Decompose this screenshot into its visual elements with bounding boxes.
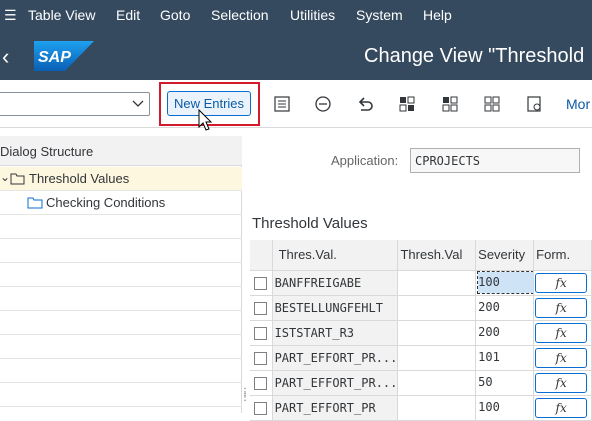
- page-title: Change View "Threshold: [364, 45, 585, 67]
- delete-icon[interactable]: [313, 94, 333, 114]
- thresh-val-cell[interactable]: [397, 270, 477, 296]
- table-row: BANFFREIGABE 100 fx: [250, 270, 592, 296]
- table-row: BESTELLUNGFEHLT 200 fx: [250, 295, 592, 321]
- svg-text:SAP: SAP: [38, 49, 71, 66]
- thresh-val-cell[interactable]: [397, 395, 477, 421]
- more-menu[interactable]: Mor: [566, 96, 590, 112]
- menu-selection[interactable]: Selection: [211, 7, 269, 23]
- formula-button[interactable]: fx: [535, 297, 588, 318]
- formula-button[interactable]: fx: [535, 272, 588, 293]
- severity-input[interactable]: 101: [478, 347, 532, 368]
- back-icon[interactable]: ‹: [2, 44, 9, 70]
- thresh-val-cell[interactable]: [397, 370, 477, 396]
- formula-button[interactable]: fx: [535, 322, 588, 343]
- tree-item-label: Threshold Values: [29, 171, 130, 186]
- row-checkbox[interactable]: [254, 377, 268, 391]
- tree-item-threshold-values[interactable]: ⌄ Threshold Values: [0, 167, 242, 191]
- menu-help[interactable]: Help: [423, 7, 452, 23]
- chevron-down-icon[interactable]: [131, 96, 145, 110]
- threshold-name-cell: PART_EFFORT_PR...: [272, 345, 399, 371]
- pane-splitter[interactable]: ⋮ ⋮: [240, 388, 250, 403]
- threshold-name-cell: PART_EFFORT_PR: [272, 395, 399, 421]
- toolbar: New Entries Mor: [0, 80, 592, 128]
- column-header-thresh-val[interactable]: Thresh.Val: [397, 240, 477, 271]
- table-title: Threshold Values: [252, 215, 368, 232]
- undo-icon[interactable]: [355, 94, 375, 114]
- row-checkbox[interactable]: [254, 327, 268, 341]
- menu-table-view[interactable]: Table View: [28, 7, 95, 23]
- tree-item-checking-conditions[interactable]: Checking Conditions: [0, 191, 242, 215]
- threshold-name-cell: PART_EFFORT_PR...: [272, 370, 399, 396]
- select-column-header[interactable]: [250, 240, 273, 271]
- threshold-name-cell: ISTSTART_R3: [272, 320, 399, 346]
- menu-edit[interactable]: Edit: [116, 7, 140, 23]
- tree-item-label: Checking Conditions: [46, 195, 166, 210]
- print-icon[interactable]: [524, 94, 544, 114]
- thresh-val-cell[interactable]: [397, 345, 477, 371]
- row-checkbox[interactable]: [254, 402, 268, 416]
- command-field[interactable]: [0, 92, 150, 116]
- tree-empty-row: [0, 383, 242, 407]
- table-header-row: Thres.Val. Thresh.Val Severity Form.: [250, 240, 592, 271]
- column-header-thres-val[interactable]: Thres.Val.: [272, 240, 399, 271]
- folder-open-icon: [10, 173, 25, 185]
- application-label: Application:: [331, 153, 399, 168]
- severity-input[interactable]: 200: [478, 322, 532, 343]
- column-header-severity[interactable]: Severity: [475, 240, 535, 271]
- formula-button[interactable]: fx: [535, 347, 588, 368]
- tree-empty-row: [0, 287, 242, 311]
- tree-empty-row: [0, 239, 242, 263]
- dialog-structure-header: Dialog Structure: [0, 136, 242, 166]
- row-checkbox[interactable]: [254, 277, 268, 291]
- tree-empty-row: [0, 311, 242, 335]
- tree-empty-row: [0, 359, 242, 383]
- threshold-name-cell: BESTELLUNGFEHLT: [272, 295, 399, 321]
- severity-input[interactable]: 100: [478, 397, 532, 418]
- deselect-all-icon[interactable]: [482, 94, 502, 114]
- select-block-icon[interactable]: [440, 94, 460, 114]
- expand-icon[interactable]: ⌄: [0, 170, 10, 184]
- table-row: PART_EFFORT_PR 100 fx: [250, 395, 592, 421]
- table-row: PART_EFFORT_PR... 101 fx: [250, 345, 592, 371]
- menu-utilities[interactable]: Utilities: [290, 7, 335, 23]
- menu-system[interactable]: System: [356, 7, 403, 23]
- severity-input[interactable]: 200: [478, 297, 532, 318]
- folder-icon: [27, 197, 43, 209]
- dialog-structure-title: Dialog Structure: [0, 144, 94, 159]
- formula-button[interactable]: fx: [535, 397, 588, 418]
- thresh-val-cell[interactable]: [397, 295, 477, 321]
- table-row: ISTSTART_R3 200 fx: [250, 320, 592, 346]
- application-field[interactable]: CPROJECTS: [410, 148, 580, 173]
- sap-logo: SAP: [34, 41, 94, 71]
- title-bar: ‹ SAP Change View "Threshold: [0, 32, 592, 80]
- tree-empty-row: [0, 215, 242, 239]
- formula-button[interactable]: fx: [535, 372, 588, 393]
- thresh-val-cell[interactable]: [397, 320, 477, 346]
- select-all-icon[interactable]: [397, 94, 417, 114]
- column-header-form[interactable]: Form.: [533, 240, 592, 271]
- severity-input[interactable]: 50: [478, 372, 532, 393]
- tree-empty-row: [0, 263, 242, 287]
- tree-empty-row: [0, 335, 242, 359]
- severity-input[interactable]: 100: [477, 271, 533, 294]
- details-icon[interactable]: [272, 94, 292, 114]
- row-checkbox[interactable]: [254, 352, 268, 366]
- menu-bar: ☰ Table View Edit Goto Selection Utiliti…: [0, 0, 592, 32]
- threshold-name-cell: BANFFREIGABE: [272, 270, 399, 296]
- menu-goto[interactable]: Goto: [160, 7, 190, 23]
- table-row: PART_EFFORT_PR... 50 fx: [250, 370, 592, 396]
- mouse-cursor-icon: [198, 109, 213, 131]
- row-checkbox[interactable]: [254, 302, 268, 316]
- threshold-table: Thres.Val. Thresh.Val Severity Form. BAN…: [250, 240, 592, 421]
- dialog-structure-pane: Dialog Structure ⌄ Threshold Values Chec…: [0, 136, 242, 413]
- menu-icon[interactable]: ☰: [4, 7, 17, 24]
